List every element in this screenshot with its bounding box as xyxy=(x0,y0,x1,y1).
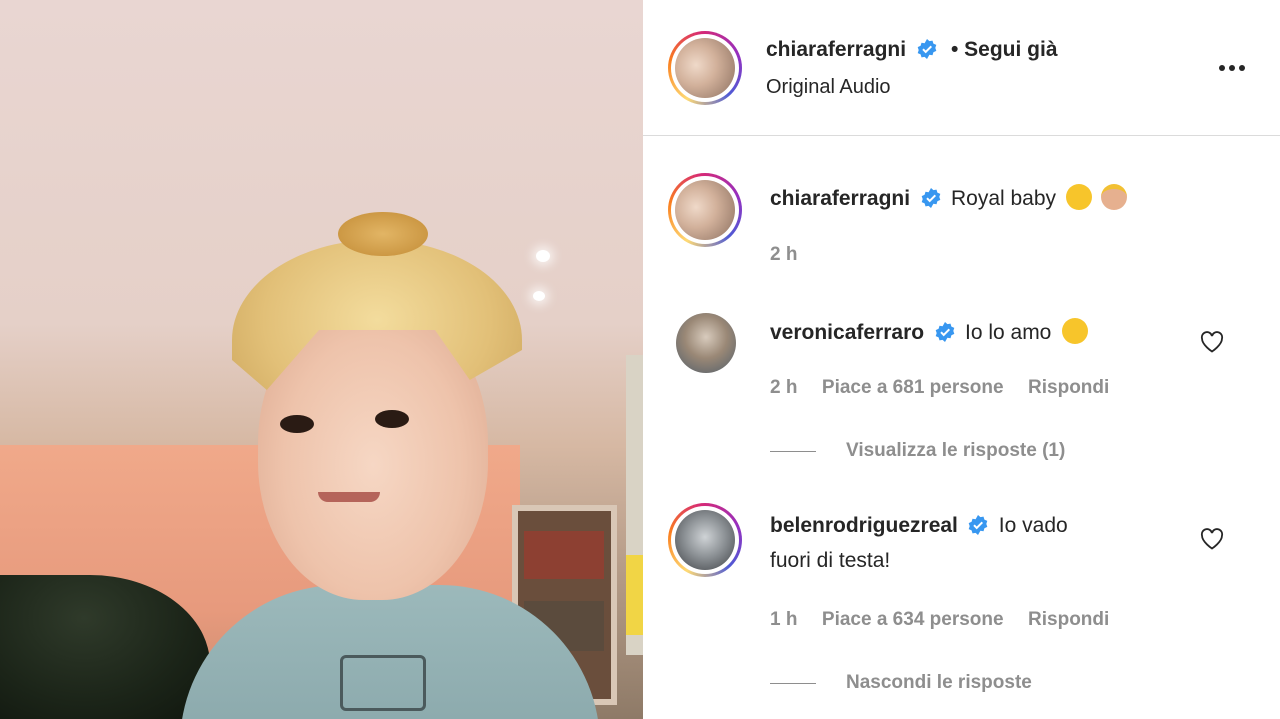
caption-text: Royal baby xyxy=(950,187,1057,210)
verified-badge-icon xyxy=(917,39,936,59)
verified-badge-icon xyxy=(935,322,954,342)
comment-likes[interactable]: Piace a 681 persone xyxy=(822,377,1004,398)
tears-of-joy-emoji xyxy=(1066,184,1093,210)
caption-username[interactable]: chiaraferragni xyxy=(770,187,910,210)
child-eye-left xyxy=(280,415,314,433)
audio-label[interactable]: Original Audio xyxy=(766,76,891,99)
header-username[interactable]: chiaraferragni xyxy=(766,38,906,61)
follow-status-button[interactable]: • Segui già xyxy=(951,38,1058,61)
child-mouth xyxy=(318,492,380,502)
heart-icon[interactable] xyxy=(1200,331,1224,353)
reply-button[interactable]: Rispondi xyxy=(1028,377,1109,398)
replies-divider xyxy=(770,683,816,684)
doorframe xyxy=(626,355,643,655)
comment-time[interactable]: 2 h xyxy=(770,377,797,398)
caption-avatar[interactable] xyxy=(668,173,742,247)
comment-username[interactable]: veronicaferraro xyxy=(770,321,924,344)
prince-emoji xyxy=(1100,184,1127,210)
more-options-icon[interactable] xyxy=(1217,58,1247,78)
comment-line: belenrodriguezreal Io vado xyxy=(770,514,1068,538)
comment-time[interactable]: 1 h xyxy=(770,609,797,630)
comment-text-line2: fuori di testa! xyxy=(770,549,891,572)
child-eye-right xyxy=(375,410,409,428)
heart-icon[interactable] xyxy=(1200,528,1224,550)
hide-replies-button[interactable]: Nascondi le risposte xyxy=(846,672,1032,694)
reply-button[interactable]: Rispondi xyxy=(1028,609,1109,630)
post-media[interactable] xyxy=(0,0,643,719)
view-replies-button[interactable]: Visualizza le risposte (1) xyxy=(846,440,1065,462)
ceiling-light xyxy=(533,291,545,301)
header-user-line: chiaraferragni • Segui già xyxy=(766,38,1058,62)
child-hair-bun xyxy=(338,212,428,256)
comment-text-line1: Io vado xyxy=(998,514,1068,537)
verified-badge-icon xyxy=(921,188,940,208)
comment-line: veronicaferraro Io lo amo xyxy=(770,318,1088,345)
comment-text: Io lo amo xyxy=(964,321,1052,344)
comment-likes[interactable]: Piace a 634 persone xyxy=(822,609,1004,630)
post-header: chiaraferragni • Segui già Original Audi… xyxy=(643,0,1280,136)
tears-of-joy-emoji xyxy=(1061,318,1088,344)
comment-avatar[interactable] xyxy=(668,503,742,577)
caption-line: chiaraferragni Royal baby xyxy=(770,184,1127,211)
caption-time[interactable]: 2 h xyxy=(770,244,797,266)
comment-username[interactable]: belenrodriguezreal xyxy=(770,514,958,537)
post-side-panel: chiaraferragni • Segui già Original Audi… xyxy=(643,0,1280,719)
comment-meta: 2 h Piace a 681 persone Rispondi xyxy=(770,377,1109,399)
comment-avatar[interactable] xyxy=(676,313,736,373)
comment-meta: 1 h Piace a 634 persone Rispondi xyxy=(770,609,1109,631)
ceiling-light xyxy=(536,250,550,262)
replies-divider xyxy=(770,451,816,452)
profile-avatar[interactable] xyxy=(668,31,742,105)
verified-badge-icon xyxy=(969,515,988,535)
